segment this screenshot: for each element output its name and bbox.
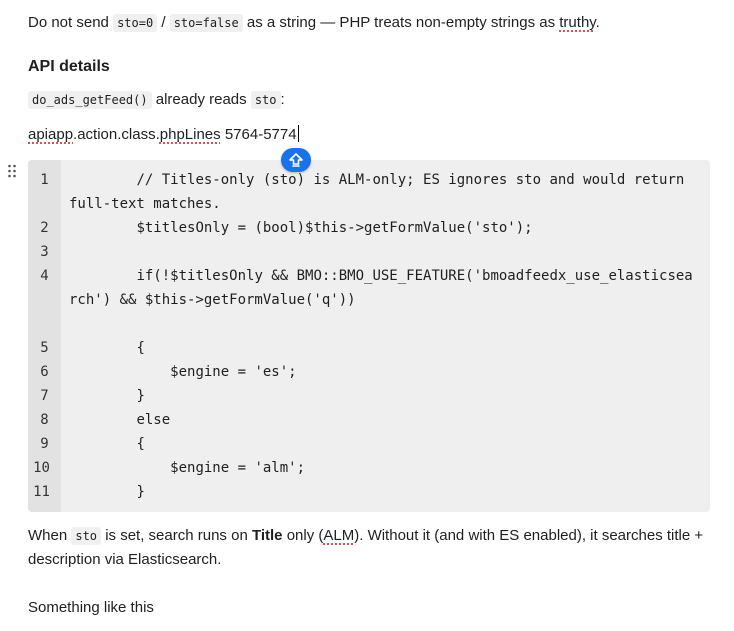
line-number: 8: [40, 412, 49, 428]
spellcheck-word-apiapp[interactable]: apiapp: [28, 126, 73, 143]
code-text: // Titles-only (sto) is ALM-only; ES ign…: [69, 172, 693, 212]
line-number: 4: [40, 268, 49, 284]
code-text: else: [69, 412, 171, 428]
intro-prefix: Do not send: [28, 14, 114, 31]
inline-code-sto: sto: [250, 91, 281, 109]
explanation-line-two: description via Elasticsearch.: [28, 551, 222, 568]
spellcheck-word-phplines[interactable]: phpLines: [160, 126, 221, 143]
file-line-range: 5764-5774: [220, 126, 297, 143]
code-text: }: [69, 484, 145, 500]
explanation-paragraph: When sto is set, search runs on Title on…: [28, 524, 703, 548]
code-text: $engine = 'alm';: [69, 460, 306, 476]
explain-mid2: only (: [282, 527, 324, 544]
file-reference-line[interactable]: apiapp.action.class.phpLines 5764-5774: [28, 123, 299, 147]
code-text: {: [69, 340, 145, 356]
line-number: 9: [40, 436, 49, 452]
api-details-heading: API details: [28, 58, 110, 75]
reads-paragraph: do_ads_getFeed() already reads sto:: [28, 88, 285, 112]
line-number: 3: [40, 244, 49, 260]
explain-pre: When: [28, 527, 72, 544]
explain-bold-title: Title: [251, 527, 283, 544]
code-block[interactable]: 1 // Titles-only (sto) is ALM-only; ES i…: [28, 160, 710, 512]
line-number: 2: [40, 220, 49, 236]
spellcheck-word-alm[interactable]: ALM: [323, 527, 354, 544]
line-number: 7: [40, 388, 49, 404]
drag-handle-icon[interactable]: [7, 164, 19, 178]
file-name-middle: .action.class.: [73, 126, 160, 143]
code-text: $titlesOnly = (bool)$this->getFormValue(…: [69, 220, 533, 236]
explain-mid: is set, search runs on: [101, 527, 252, 544]
explain-post: ). Without it (and with ES enabled), it …: [354, 527, 704, 544]
intro-sep: /: [157, 14, 170, 31]
intro-mid: as a string — PHP treats non-empty strin…: [242, 14, 560, 31]
inline-code-sto-false: sto=false: [169, 14, 243, 32]
reads-end: :: [280, 91, 285, 108]
intro-paragraph: Do not send sto=0 / sto=false as a strin…: [28, 11, 600, 35]
text-caret: [297, 125, 299, 142]
spellcheck-word-truthy[interactable]: truthy: [559, 14, 595, 31]
inline-code-function: do_ads_getFeed(): [28, 91, 152, 109]
line-number: 6: [40, 364, 49, 380]
line-number: 10: [33, 460, 50, 476]
line-number: 5: [40, 340, 49, 356]
code-text: }: [69, 388, 145, 404]
code-text: {: [69, 436, 145, 452]
reads-mid: already reads: [151, 91, 251, 108]
upload-arrow-icon[interactable]: [281, 148, 311, 172]
inline-code-sto: sto: [71, 527, 102, 545]
line-number: 11: [33, 484, 50, 500]
closing-paragraph: Something like this: [28, 599, 154, 616]
intro-end: .: [595, 14, 600, 31]
inline-code-sto-zero: sto=0: [113, 14, 158, 32]
code-text: if(!$titlesOnly && BMO::BMO_USE_FEATURE(…: [69, 268, 693, 308]
line-number: 1: [40, 172, 49, 188]
code-text: $engine = 'es';: [69, 364, 297, 380]
